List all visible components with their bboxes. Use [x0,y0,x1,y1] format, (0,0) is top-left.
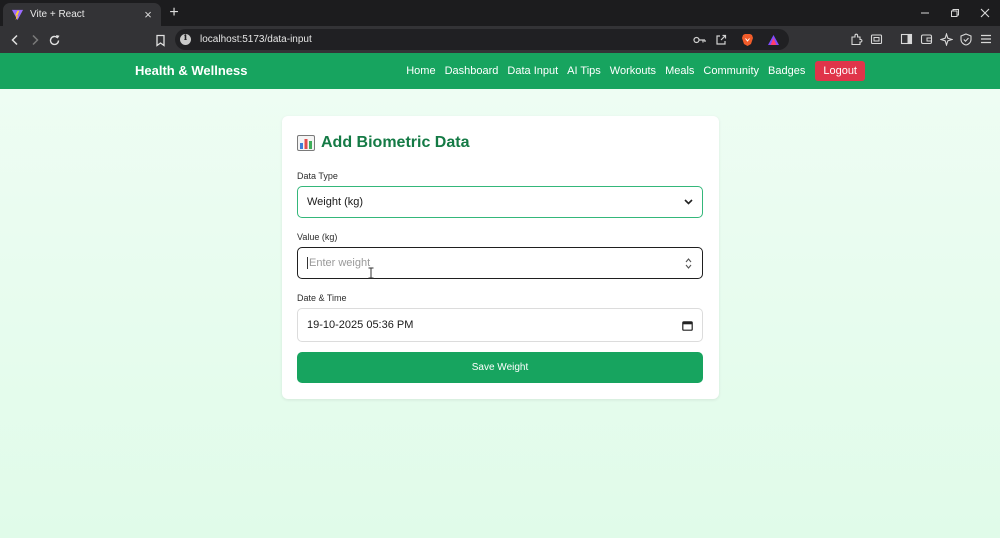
address-bar[interactable]: localhost:5173/data-input [175,29,789,50]
brave-shield-icon[interactable] [739,32,755,48]
browser-toolbar: localhost:5173/data-input [0,26,1000,53]
close-icon [980,8,990,18]
logout-button[interactable]: Logout [815,61,865,81]
key-icon[interactable] [691,32,707,48]
bar-chart-icon [297,135,315,151]
sidebar-icon[interactable] [898,31,914,47]
restore-icon [951,9,959,17]
forward-arrow-icon [32,34,39,46]
app-viewport: Health & Wellness Home Dashboard Data In… [0,53,1000,538]
nav-menu: Home Dashboard Data Input AI Tips Workou… [397,61,865,81]
nav-link-data-input[interactable]: Data Input [507,65,558,77]
nav-link-dashboard[interactable]: Dashboard [445,65,499,77]
data-type-value: Weight (kg) [307,196,364,208]
value-input[interactable]: Enter weight [297,247,703,279]
text-cursor-icon [368,267,374,279]
form-title-text: Add Biometric Data [321,134,470,151]
calendar-icon[interactable] [682,320,693,331]
close-window-button[interactable] [970,0,1000,26]
reload-icon [49,34,59,45]
brand-title[interactable]: Health & Wellness [135,63,247,78]
new-tab-button[interactable]: + [167,4,181,22]
value-placeholder: Enter weight [309,257,371,269]
menu-icon[interactable] [978,31,994,47]
number-spinner[interactable] [683,257,693,269]
spinner-up-icon[interactable] [685,257,692,263]
biometric-form-card: Add Biometric Data Data Type Weight (kg)… [282,116,719,399]
wallet-icon[interactable] [918,31,934,47]
address-url[interactable]: localhost:5173/data-input [200,34,691,45]
back-arrow-icon [11,34,18,46]
spinner-down-icon[interactable] [685,264,692,269]
brave-rewards-icon[interactable] [765,32,781,48]
browser-tab-bar: Vite + React × + [0,0,1000,26]
reload-button[interactable] [45,31,63,49]
nav-link-workouts[interactable]: Workouts [610,65,656,77]
screenshot-icon[interactable] [868,31,884,47]
tab-close-icon[interactable]: × [141,7,155,22]
text-caret [307,257,308,269]
datetime-input[interactable]: 19-10-2025 05:36 PM [297,308,703,342]
data-type-label: Data Type [297,171,338,181]
nav-link-ai-tips[interactable]: AI Tips [567,65,601,77]
extensions-icon[interactable] [848,31,864,47]
minimize-button[interactable] [910,0,940,26]
vite-favicon-icon [11,9,24,21]
nav-link-meals[interactable]: Meals [665,65,694,77]
back-button[interactable] [6,31,24,49]
leo-ai-icon[interactable] [938,31,954,47]
data-type-select[interactable]: Weight (kg) [297,186,703,218]
datetime-label: Date & Time [297,293,347,303]
chevron-down-icon [684,199,693,205]
share-icon[interactable] [713,32,729,48]
site-info-icon[interactable] [180,33,191,45]
forward-button[interactable] [26,31,44,49]
form-title: Add Biometric Data [297,134,469,152]
nav-link-home[interactable]: Home [406,65,435,77]
bookmark-button[interactable] [151,31,169,49]
browser-tab[interactable]: Vite + React × [3,3,161,26]
top-navbar: Health & Wellness Home Dashboard Data In… [0,53,1000,89]
tab-title: Vite + React [30,9,85,20]
nav-link-community[interactable]: Community [703,65,759,77]
vpn-shield-icon[interactable] [958,31,974,47]
nav-link-badges[interactable]: Badges [768,65,805,77]
restore-button[interactable] [940,0,970,26]
save-weight-button[interactable]: Save Weight [297,352,703,383]
bookmark-icon [155,34,165,47]
datetime-value: 19-10-2025 05:36 PM [307,319,414,331]
value-label: Value (kg) [297,232,338,242]
minimize-icon [921,12,929,14]
